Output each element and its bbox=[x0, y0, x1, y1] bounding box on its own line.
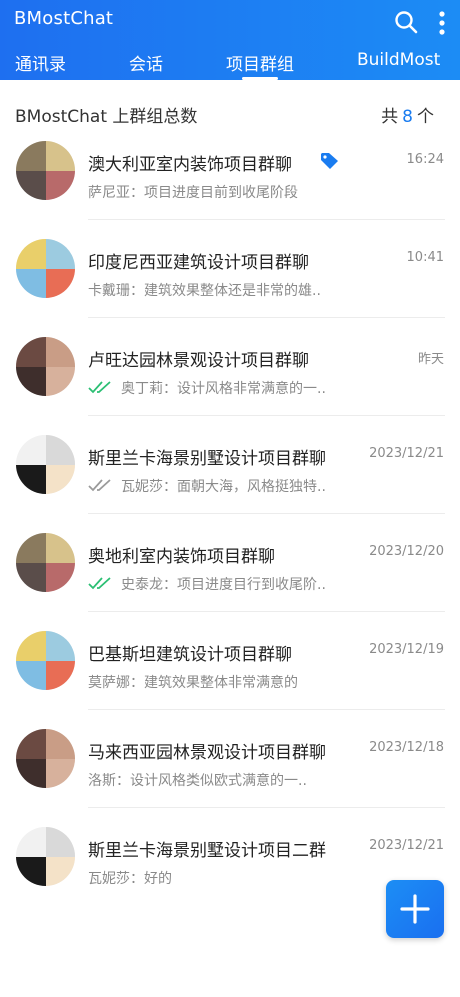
group-avatar bbox=[16, 435, 75, 494]
tab-contacts[interactable]: 通讯录 bbox=[15, 50, 66, 75]
tab-bar: 通讯录 会话 项目群组 BuildMost bbox=[0, 46, 460, 80]
group-avatar bbox=[16, 631, 75, 690]
group-row[interactable]: 巴基斯坦建筑设计项目群聊 2023/12/19 莫萨娜：建筑效果整体非常满意的 bbox=[0, 612, 460, 710]
double-check-read-icon bbox=[88, 577, 111, 590]
group-time: 2023/12/21 bbox=[369, 446, 444, 461]
group-time: 2023/12/21 bbox=[369, 838, 444, 853]
group-row[interactable]: 斯里兰卡海景别墅设计项目群聊 2023/12/21 瓦妮莎：面朝大海，风格挺独特.. bbox=[0, 416, 460, 514]
group-name: 卢旺达园林景观设计项目群聊 bbox=[88, 351, 309, 371]
group-name: 澳大利亚室内装饰项目群聊 bbox=[88, 155, 292, 175]
group-time: 2023/12/20 bbox=[369, 544, 444, 559]
group-avatar bbox=[16, 141, 75, 200]
last-message: 洛斯：设计风格类似欧式满意的一.. bbox=[88, 773, 307, 789]
group-row[interactable]: 澳大利亚室内装饰项目群聊 16:24 萨尼亚：项目进度目前到收尾阶段 bbox=[0, 122, 460, 220]
tab-buildmost[interactable]: BuildMost bbox=[357, 50, 440, 70]
group-time: 2023/12/18 bbox=[369, 740, 444, 755]
group-name: 斯里兰卡海景别墅设计项目群聊 bbox=[88, 449, 326, 469]
tag-icon bbox=[321, 153, 338, 169]
group-name: 马来西亚园林景观设计项目群聊 bbox=[88, 743, 326, 763]
last-message: 卡戴珊：建筑效果整体还是非常的雄.. bbox=[88, 283, 321, 299]
group-time: 16:24 bbox=[406, 152, 444, 167]
last-message: 瓦妮莎：好的 bbox=[88, 871, 172, 887]
plus-icon bbox=[400, 894, 430, 924]
last-message: 奥丁莉：设计风格非常满意的一.. bbox=[121, 381, 326, 397]
search-icon[interactable] bbox=[394, 10, 418, 34]
group-list: 澳大利亚室内装饰项目群聊 16:24 萨尼亚：项目进度目前到收尾阶段印度尼西亚建筑设… bbox=[0, 122, 460, 906]
double-check-sent-icon bbox=[88, 479, 111, 492]
add-group-button[interactable] bbox=[386, 880, 444, 938]
group-row[interactable]: 卢旺达园林景观设计项目群聊 昨天奥丁莉：设计风格非常满意的一.. bbox=[0, 318, 460, 416]
group-name: 巴基斯坦建筑设计项目群聊 bbox=[88, 645, 292, 665]
group-avatar bbox=[16, 239, 75, 298]
last-message: 瓦妮莎：面朝大海，风格挺独特.. bbox=[121, 479, 326, 495]
last-message: 萨尼亚：项目进度目前到收尾阶段 bbox=[88, 185, 298, 201]
group-row[interactable]: 印度尼西亚建筑设计项目群聊 10:41 卡戴珊：建筑效果整体还是非常的雄.. bbox=[0, 220, 460, 318]
group-name: 奥地利室内装饰项目群聊 bbox=[88, 547, 275, 567]
group-name: 斯里兰卡海景别墅设计项目二群 bbox=[88, 841, 326, 861]
app-header: BMostChat 通讯录 会话 项目群组 BuildMost bbox=[0, 0, 460, 80]
group-avatar bbox=[16, 827, 75, 886]
tab-project-groups[interactable]: 项目群组 bbox=[226, 50, 294, 75]
tab-conversations[interactable]: 会话 bbox=[129, 50, 163, 75]
group-row[interactable]: 马来西亚园林景观设计项目群聊 2023/12/18 洛斯：设计风格类似欧式满意的一.… bbox=[0, 710, 460, 808]
double-check-read-icon bbox=[88, 381, 111, 394]
more-vertical-icon[interactable] bbox=[432, 10, 452, 36]
group-avatar bbox=[16, 533, 75, 592]
group-name: 印度尼西亚建筑设计项目群聊 bbox=[88, 253, 309, 273]
group-avatar bbox=[16, 337, 75, 396]
group-time: 2023/12/19 bbox=[369, 642, 444, 657]
group-time: 10:41 bbox=[406, 250, 444, 265]
group-time: 昨天 bbox=[417, 352, 444, 367]
group-row[interactable]: 奥地利室内装饰项目群聊 2023/12/20 史泰龙：项目进度目行到收尾阶.. bbox=[0, 514, 460, 612]
last-message: 莫萨娜：建筑效果整体非常满意的 bbox=[88, 675, 298, 691]
last-message: 史泰龙：项目进度目行到收尾阶.. bbox=[121, 577, 326, 593]
app-title: BMostChat bbox=[14, 8, 114, 29]
group-avatar bbox=[16, 729, 75, 788]
